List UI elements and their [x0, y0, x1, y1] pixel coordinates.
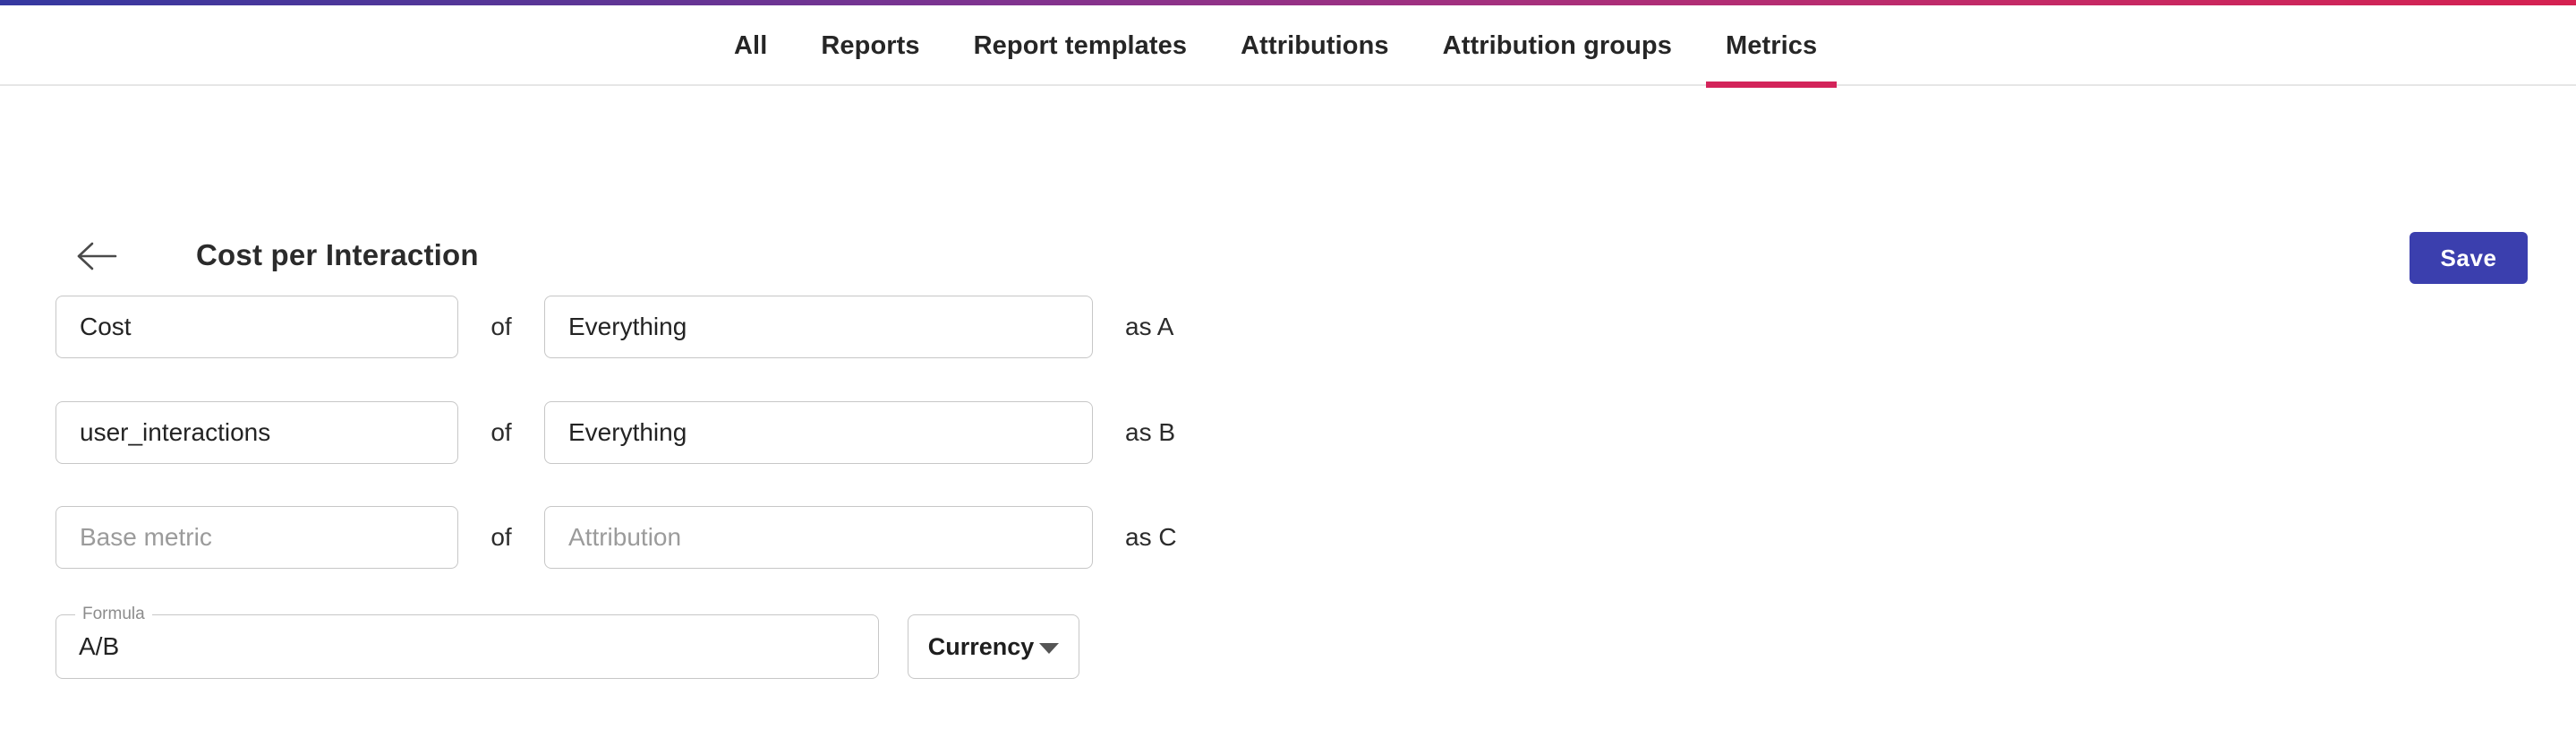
save-button[interactable]: Save	[2410, 232, 2528, 284]
caret-down-icon	[1039, 643, 1060, 654]
connector-label-b: of	[490, 418, 512, 446]
attribution-value-a: Everything	[568, 313, 687, 340]
tab-metrics-label: Metrics	[1725, 30, 1818, 60]
tab-attribution-groups[interactable]: Attribution groups	[1416, 5, 1699, 86]
alias-label-c: as C	[1125, 523, 1177, 551]
tab-reports[interactable]: Reports	[794, 5, 946, 86]
tab-strip: All Reports Report templates Attribution…	[707, 5, 1844, 88]
tab-attributions[interactable]: Attributions	[1214, 5, 1416, 86]
tab-attribution-groups-label: Attribution groups	[1442, 30, 1672, 60]
page-header: Cost per Interaction Save	[0, 86, 2576, 284]
connector-label-a: of	[490, 313, 512, 340]
currency-select[interactable]: Currency	[908, 614, 1079, 679]
formula-field-outline	[55, 614, 879, 679]
base-metric-input-a[interactable]: Cost	[55, 296, 458, 358]
attribution-placeholder-c: Attribution	[568, 523, 682, 551]
tab-report-templates[interactable]: Report templates	[947, 5, 1215, 86]
tab-all-label: All	[734, 30, 768, 60]
attribution-input-c[interactable]: Attribution	[544, 506, 1093, 569]
back-button[interactable]	[73, 236, 122, 276]
connector-label-c: of	[490, 523, 512, 551]
tab-metrics[interactable]: Metrics	[1699, 5, 1844, 88]
attribution-input-a[interactable]: Everything	[544, 296, 1093, 358]
attribution-input-b[interactable]: Everything	[544, 401, 1093, 464]
tab-reports-label: Reports	[821, 30, 920, 60]
base-metric-value-a: Cost	[80, 313, 132, 340]
metric-row: Cost of Everything as A	[0, 296, 1173, 358]
tab-report-templates-label: Report templates	[973, 30, 1188, 60]
formula-input-value: A/B	[79, 632, 120, 660]
base-metric-placeholder-c: Base metric	[80, 523, 212, 551]
tab-all[interactable]: All	[707, 5, 794, 86]
tab-attributions-label: Attributions	[1241, 30, 1389, 60]
attribution-value-b: Everything	[568, 418, 687, 446]
formula-field[interactable]: Formula A/B	[55, 605, 879, 679]
base-metric-input-c[interactable]: Base metric	[55, 506, 458, 569]
page-title: Cost per Interaction	[196, 238, 479, 271]
main-tab-bar: All Reports Report templates Attribution…	[0, 5, 2576, 88]
base-metric-input-b[interactable]: user_interactions	[55, 401, 458, 464]
arrow-left-icon	[77, 242, 117, 270]
base-metric-value-b: user_interactions	[80, 418, 271, 446]
alias-label-a: as A	[1125, 313, 1174, 340]
metric-row: Base metric of Attribution as C	[0, 506, 1177, 569]
alias-label-b: as B	[1125, 418, 1176, 446]
metric-row: user_interactions of Everything as B	[0, 401, 1175, 464]
currency-select-label: Currency	[927, 632, 1035, 660]
